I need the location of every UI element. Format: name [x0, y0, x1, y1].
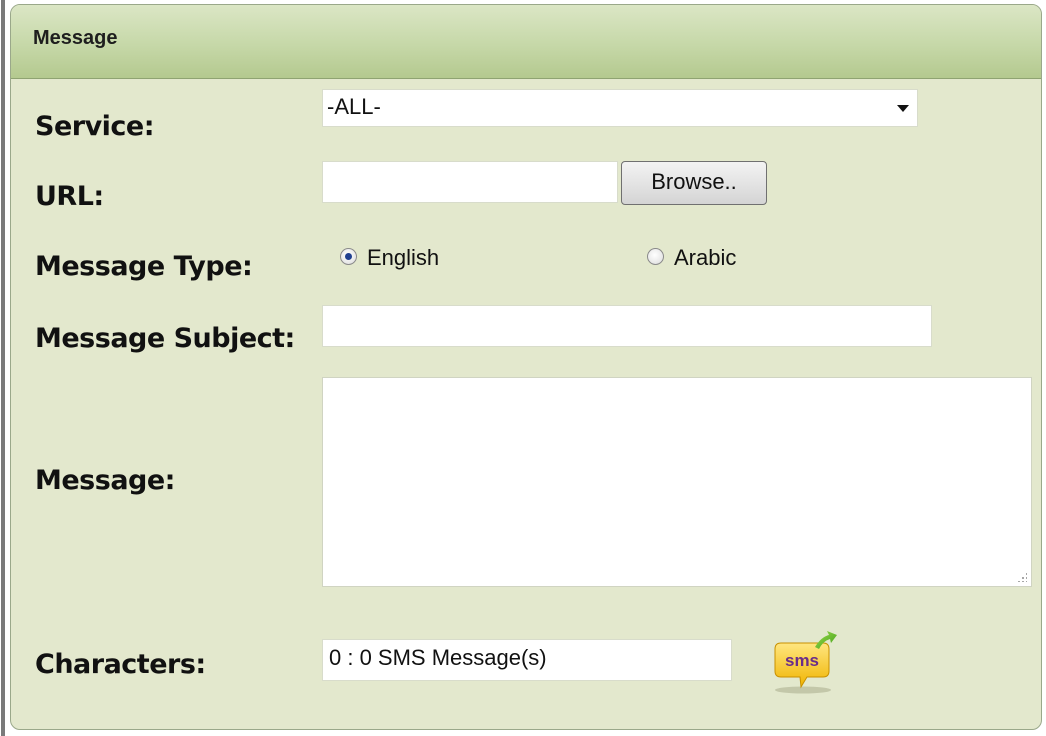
resize-grip-icon[interactable] [1017, 572, 1027, 582]
message-panel: Message Service: -ALL- URL: Browse.. Mes… [10, 4, 1042, 730]
service-label: Service: [35, 111, 155, 142]
message-type-label: Message Type: [35, 251, 253, 282]
characters-counter: 0 : 0 SMS Message(s) [322, 639, 732, 681]
radio-english-label[interactable]: English [367, 245, 439, 271]
radio-arabic[interactable] [647, 248, 664, 265]
radio-english-selected-dot [345, 253, 352, 260]
service-select[interactable]: -ALL- [322, 89, 918, 127]
service-select-value: -ALL- [327, 94, 381, 119]
panel-title: Message [33, 27, 118, 49]
radio-english[interactable] [340, 248, 357, 265]
message-subject-input[interactable] [322, 305, 932, 347]
message-textarea[interactable] [322, 377, 1032, 587]
chevron-down-icon[interactable] [897, 105, 909, 112]
characters-label: Characters: [35, 649, 206, 680]
panel-header: Message [11, 5, 1041, 79]
message-label: Message: [35, 465, 175, 496]
left-border [0, 0, 6, 736]
sms-icon[interactable]: sms [767, 631, 837, 695]
url-input[interactable] [322, 161, 618, 203]
url-label: URL: [35, 181, 104, 212]
message-subject-label: Message Subject: [35, 323, 295, 354]
sms-icon-text: sms [785, 651, 819, 670]
browse-button[interactable]: Browse.. [621, 161, 767, 205]
radio-arabic-label[interactable]: Arabic [674, 245, 736, 271]
